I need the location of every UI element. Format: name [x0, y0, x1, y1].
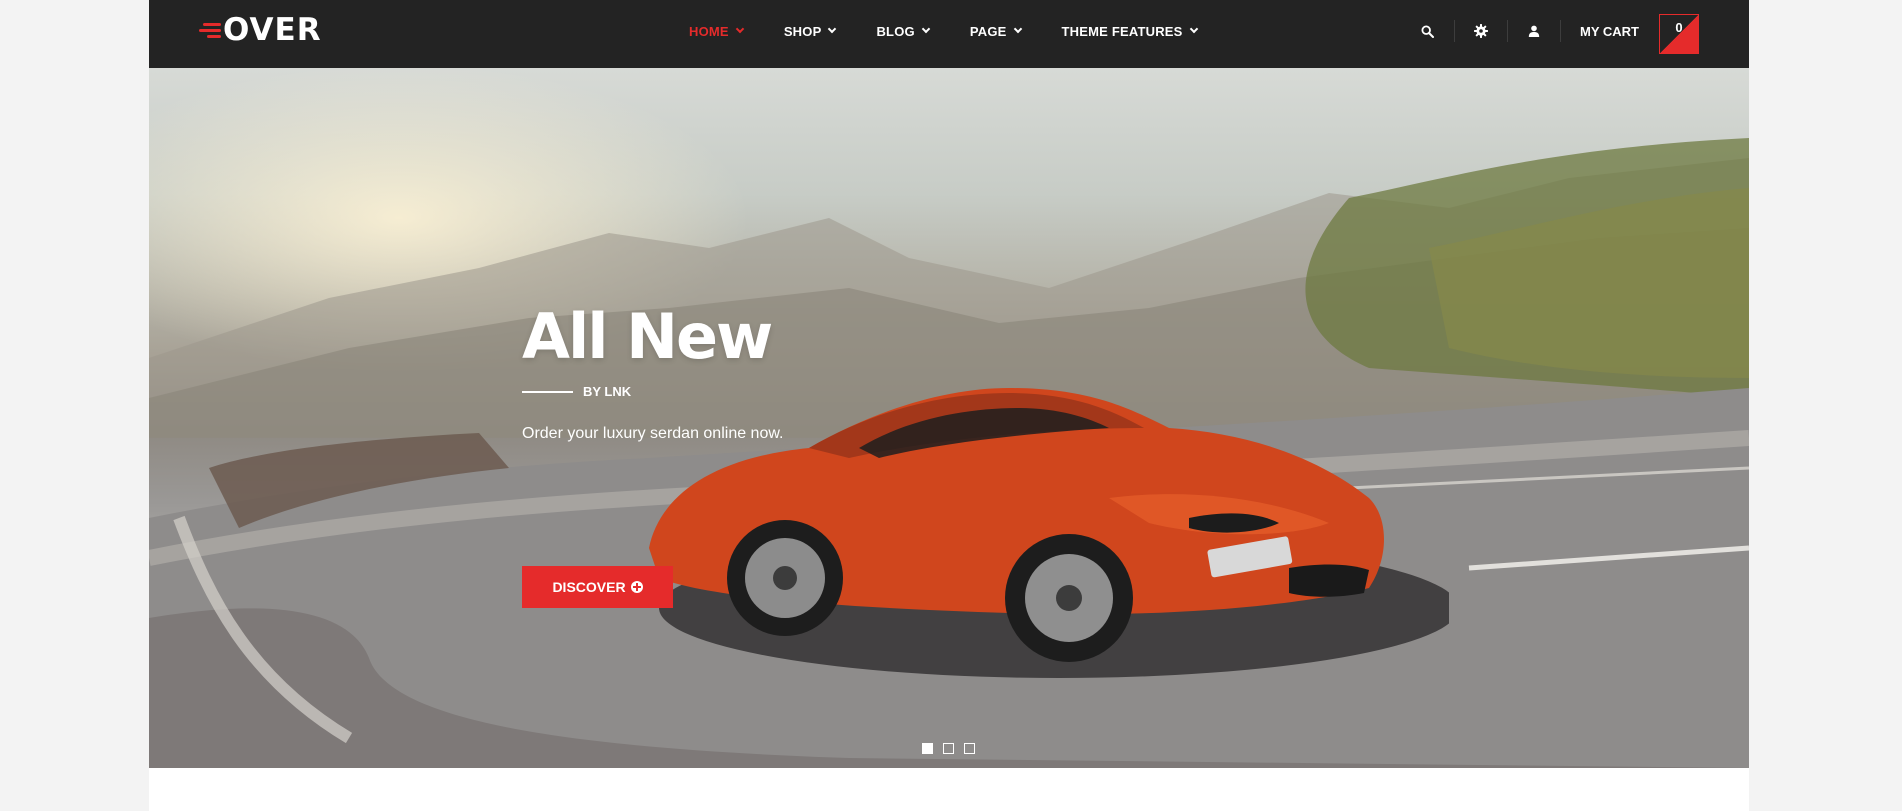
chevron-down-icon — [921, 24, 931, 34]
main-nav: Home Shop Blog Page Theme Features — [689, 0, 1238, 62]
site-logo[interactable]: OVER — [197, 14, 322, 46]
nav-item-page[interactable]: Page — [969, 23, 1022, 39]
discover-label: DISCOVER — [552, 579, 626, 595]
byline-divider — [522, 390, 573, 393]
chevron-down-icon — [1189, 24, 1198, 34]
hero-subtitle: Order your luxury serdan online now. — [522, 425, 784, 442]
top-header: OVER Home Shop Blog Page Theme Features — [149, 0, 1749, 68]
nav-item-label: Theme Features — [1061, 23, 1183, 39]
hero-title: All New — [522, 300, 773, 373]
chevron-down-icon — [828, 24, 837, 34]
nav-item-label: Page — [969, 23, 1007, 39]
logo-text: OVER — [223, 12, 322, 48]
nav-item-shop[interactable]: Shop — [783, 23, 837, 39]
plus-circle-icon — [630, 581, 643, 593]
search-icon — [1421, 24, 1435, 38]
byline-text: BY LNK — [583, 384, 632, 399]
slide-dot-3[interactable] — [964, 743, 975, 754]
slide-dot-2[interactable] — [943, 743, 954, 754]
my-cart-link[interactable]: MY CART — [1560, 0, 1659, 62]
chevron-down-icon — [735, 24, 745, 34]
slide-dot-1[interactable] — [922, 743, 933, 754]
cart-label: MY CART — [1580, 23, 1639, 39]
gear-icon — [1473, 24, 1488, 38]
nav-item-label: Shop — [783, 23, 822, 39]
settings-button[interactable] — [1454, 0, 1507, 62]
cart-count-badge[interactable]: 0 — [1659, 14, 1699, 54]
chevron-down-icon — [1013, 24, 1022, 34]
slider-pagination — [922, 743, 985, 754]
hero-caption: All New BY LNK Order your luxury serdan … — [522, 300, 942, 608]
discover-button[interactable]: DISCOVER — [522, 566, 673, 608]
header-tools: MY CART 0 — [1401, 0, 1749, 62]
account-button[interactable] — [1507, 0, 1560, 62]
user-icon — [1528, 25, 1539, 37]
nav-item-home[interactable]: Home — [689, 23, 745, 39]
nav-item-theme-features[interactable]: Theme Features — [1061, 23, 1198, 39]
nav-item-label: Home — [689, 23, 729, 39]
nav-item-label: Blog — [876, 23, 915, 39]
hero-byline: BY LNK — [522, 384, 942, 399]
cart-count: 0 — [1675, 19, 1683, 35]
nav-item-blog[interactable]: Blog — [876, 23, 931, 39]
hero-slider: All New BY LNK Order your luxury serdan … — [149, 68, 1749, 768]
site-wrapper: OVER Home Shop Blog Page Theme Features — [149, 0, 1749, 811]
search-button[interactable] — [1401, 0, 1454, 62]
speed-lines-icon — [197, 17, 221, 43]
